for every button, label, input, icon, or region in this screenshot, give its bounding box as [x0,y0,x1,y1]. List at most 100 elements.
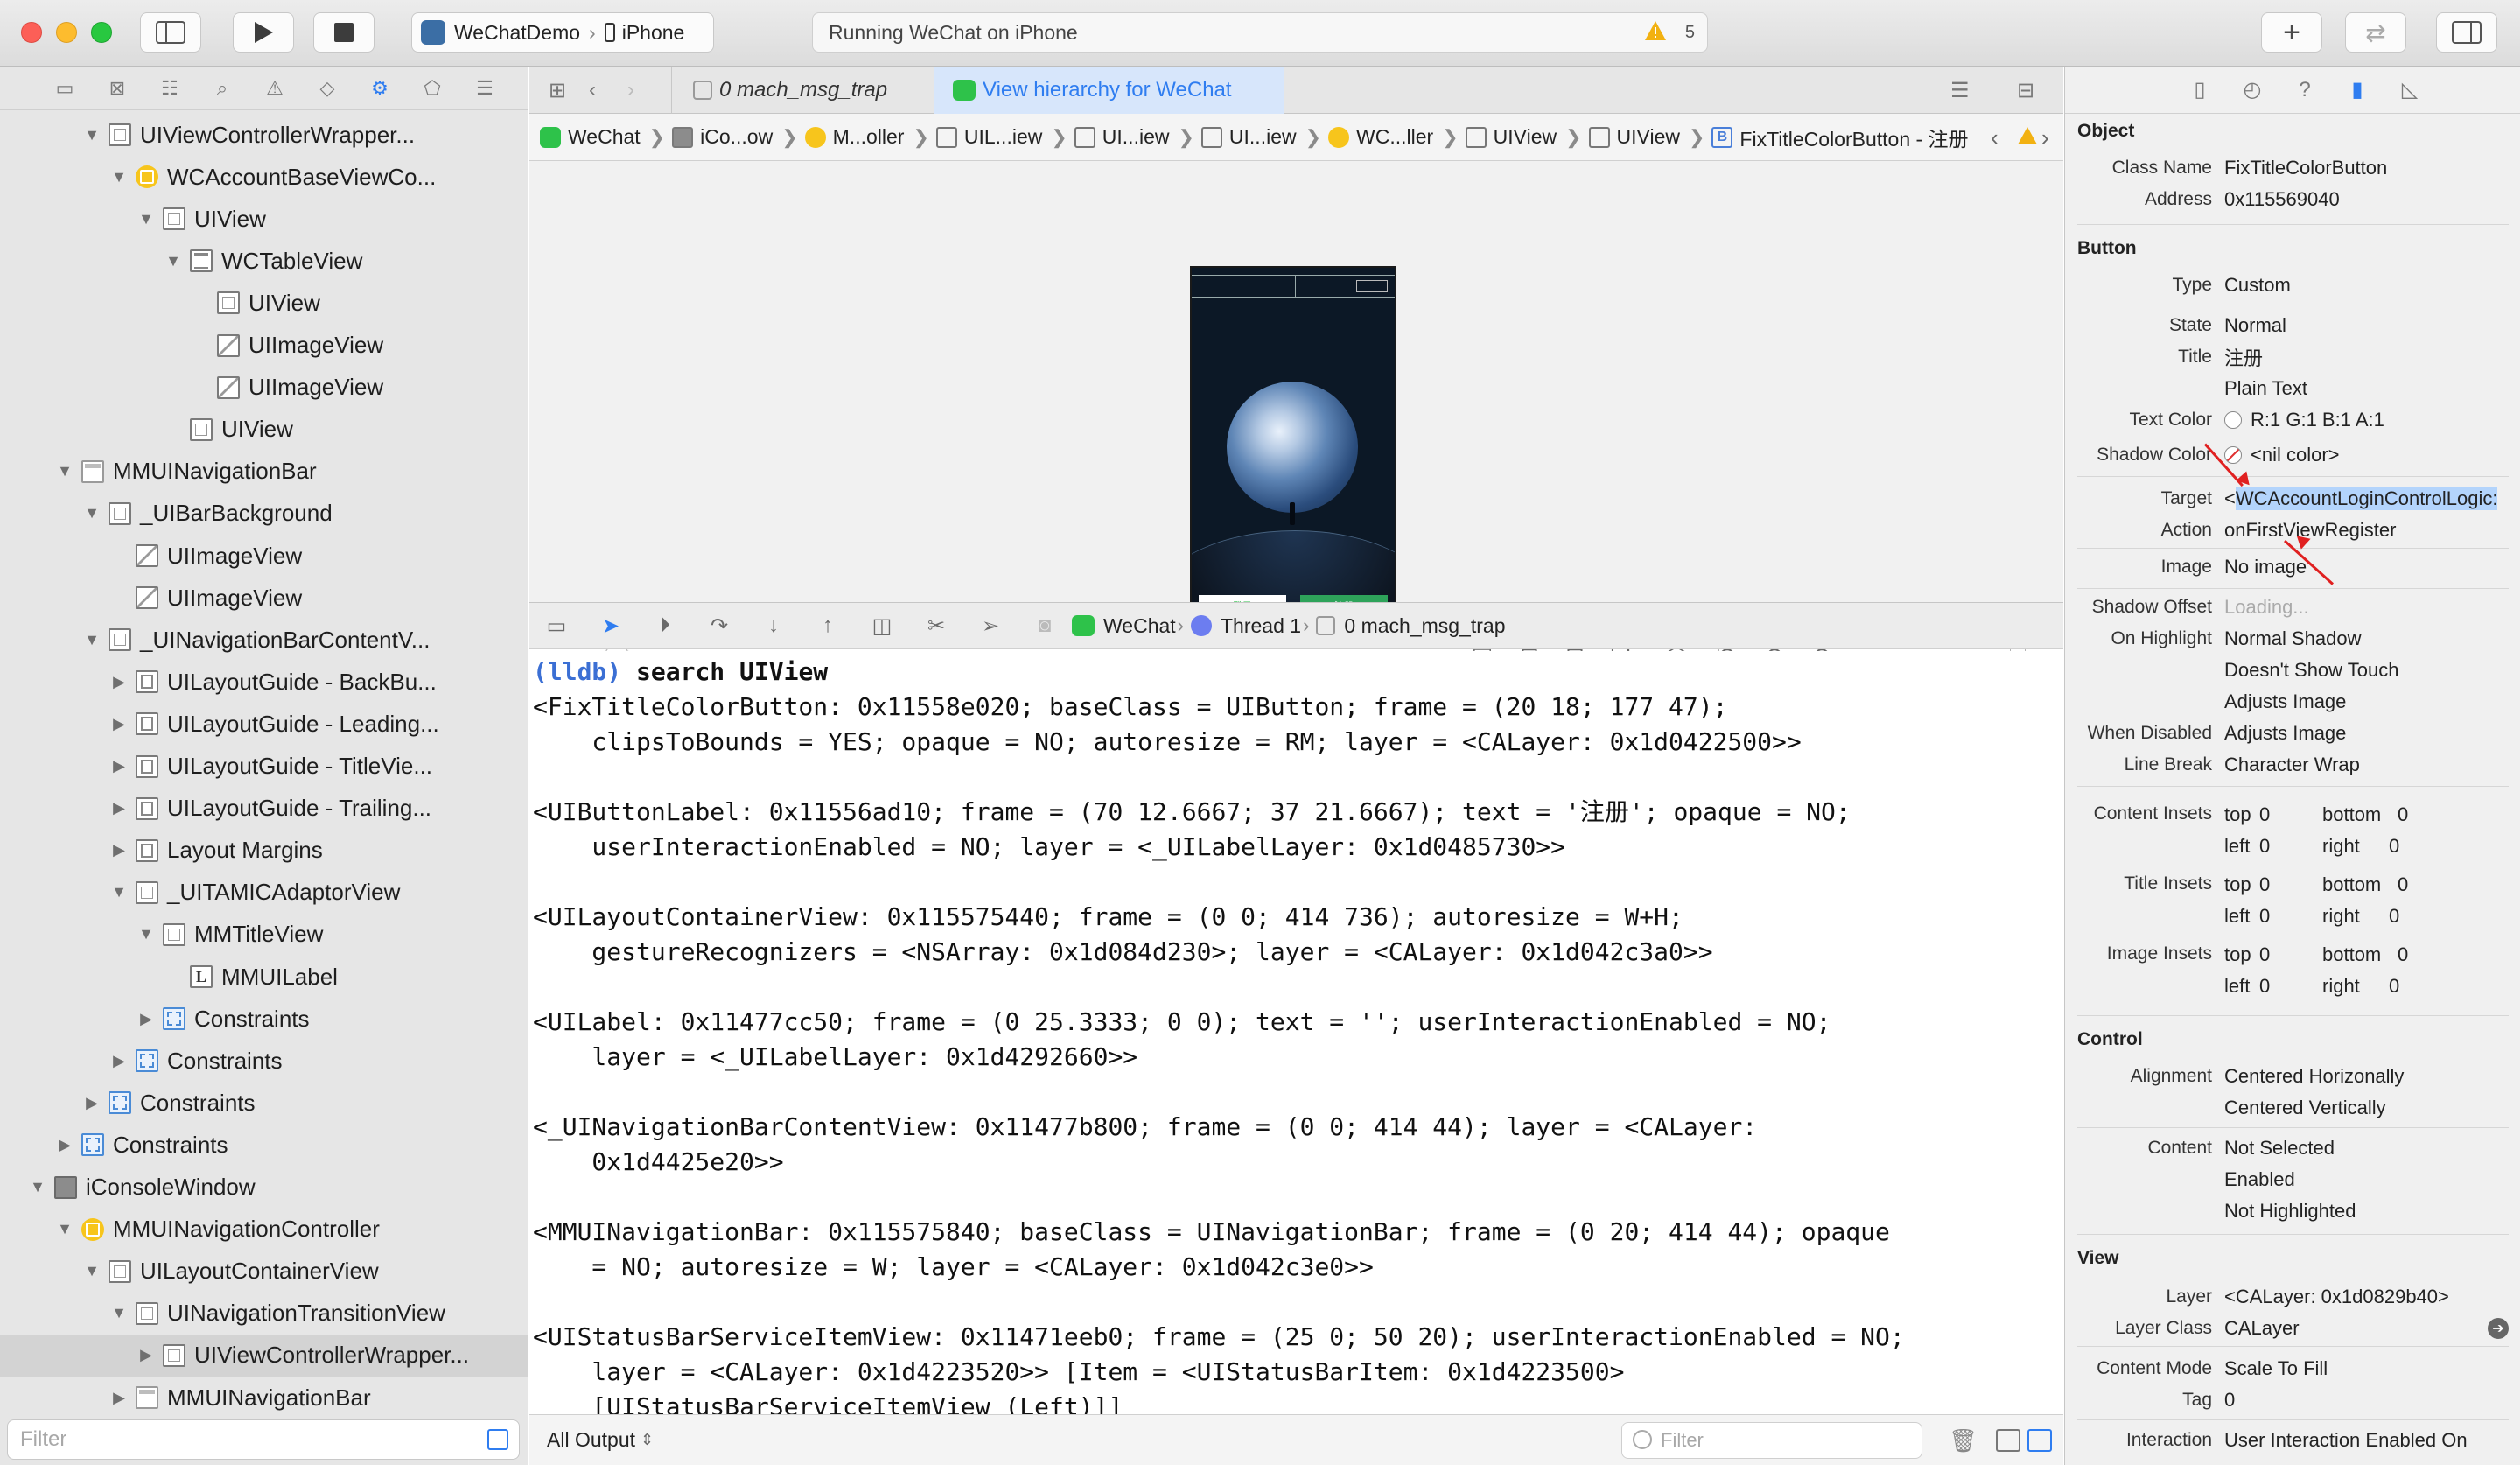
disclosure-expanded-icon[interactable]: ▼ [109,1304,129,1322]
breadcrumb-item[interactable]: UIView [1588,125,1680,149]
file-inspector-icon[interactable]: ▯ [2174,77,2226,102]
breakpoints-toggle-icon[interactable]: ➤ [598,613,624,639]
trash-icon[interactable]: 🗑 [1949,1427,1978,1454]
tree-row[interactable]: ▼ UIView [0,198,528,240]
add-library-button[interactable]: + [2261,12,2322,53]
breadcrumb-item[interactable]: B FixTitleColorButton - 注册 [1712,123,1969,152]
tree-row[interactable]: ▶ Layout Margins [0,830,528,872]
tree-row[interactable]: UIImageView [0,367,528,409]
disclosure-collapsed-icon[interactable]: ▶ [136,1346,156,1364]
lines-icon[interactable]: ☰ [1950,67,1985,114]
report-icon[interactable]: ☰ [458,77,511,100]
tree-row[interactable]: ▼ MMTitleView [0,914,528,956]
debug-view-hierarchy-icon[interactable]: ◫ [869,613,895,639]
related-items-icon[interactable]: ⊞ [549,67,584,114]
frame-label[interactable]: 0 mach_msg_trap [1344,614,1505,638]
object-inspector-icon[interactable]: ▮ [2331,77,2384,102]
tree-row[interactable]: UIImageView [0,535,528,577]
breadcrumb-item[interactable]: UI...iew [1074,125,1169,149]
tree-row[interactable]: ▶ UILayoutGuide - TitleVie... [0,746,528,788]
breadcrumb-item[interactable]: UI...iew [1200,125,1297,149]
toggle-inspector-button[interactable] [2436,12,2497,53]
console-filter-field[interactable]: Filter [1621,1422,1922,1459]
stop-button[interactable] [313,12,374,53]
issue-icon[interactable]: ⚠ [248,77,301,100]
tree-row[interactable]: ▼ WCTableView [0,240,528,282]
disclosure-expanded-icon[interactable]: ▼ [55,1220,74,1238]
disclosure-expanded-icon[interactable]: ▼ [109,168,129,186]
close-window-button[interactable] [21,22,42,43]
tree-row[interactable]: ▼ _UIBarBackground [0,493,528,535]
add-editor-icon[interactable]: ⊟ [2017,67,2052,114]
simulate-location-icon[interactable]: ➢ [977,613,1004,639]
tree-row[interactable]: ▶ Constraints [0,1040,528,1082]
disclosure-expanded-icon[interactable]: ▼ [55,462,74,480]
split-right-icon[interactable] [2027,1429,2052,1452]
minimize-window-button[interactable] [56,22,77,43]
back-arrow-icon[interactable]: ‹ [589,67,615,114]
history-icon[interactable]: ◴ [2226,77,2278,102]
tree-row[interactable]: ▶ UILayoutGuide - Trailing... [0,788,528,830]
step-out-icon[interactable]: ↑ [815,613,841,639]
filter-options-icon[interactable] [487,1429,508,1450]
lldb-console[interactable]: (lldb) search UIView <FixTitleColorButto… [529,651,2063,1465]
forward-arrow-icon[interactable]: › [627,67,654,114]
navigator-filter-field[interactable]: Filter [7,1419,520,1460]
disclosure-expanded-icon[interactable]: ▼ [136,925,156,943]
disclosure-expanded-icon[interactable]: ▼ [28,1178,47,1196]
test-icon[interactable]: ◇ [301,77,354,100]
breadcrumb-item[interactable]: WeChat [540,125,640,149]
hide-debug-area-icon[interactable]: ▭ [543,613,570,639]
search-icon[interactable]: ⌕ [196,77,248,100]
disclosure-collapsed-icon[interactable]: ▶ [109,1389,129,1407]
folder-icon[interactable]: ▭ [38,77,91,100]
zoom-window-button[interactable] [91,22,112,43]
continue-icon[interactable]: ⏵ [652,613,678,639]
tree-row[interactable]: ▼ MMUINavigationController [0,1209,528,1251]
disclosure-expanded-icon[interactable]: ▼ [109,883,129,901]
tree-row[interactable]: ▶ UILayoutGuide - BackBu... [0,661,528,703]
tree-row[interactable]: ▼ UIViewControllerWrapper... [0,114,528,156]
tree-row[interactable]: ▶ Constraints [0,998,528,1040]
tree-row[interactable]: ▼ WCAccountBaseViewCo... [0,156,528,198]
phone-screen-render[interactable]: 登录 注册 [1190,266,1396,621]
tree-row[interactable]: ▶ Constraints [0,1124,528,1166]
tree-row[interactable]: ▼ iConsoleWindow [0,1167,528,1209]
jump-warning-icon[interactable] [2017,126,2038,150]
view-debugger-canvas[interactable]: 登录 注册 ▤ ⊡ ⊞ ❐ ⬡ ⊖ ⊜ ⊕ [529,161,2063,670]
memory-graph-icon[interactable]: ✂ [923,613,949,639]
breakpoint-icon[interactable]: ⬠ [406,77,458,100]
breadcrumb-item[interactable]: UIL...iew [935,125,1042,149]
breadcrumb-item[interactable]: UIView [1465,125,1557,149]
target-value[interactable]: WCAccountLoginControlLogic: [2235,487,2498,510]
tab-mach-msg-trap[interactable]: 0 mach_msg_trap [671,67,934,114]
tree-row[interactable]: L MMUILabel [0,956,528,998]
output-selector[interactable]: All Output [547,1428,635,1452]
tab-view-hierarchy[interactable]: View hierarchy for WeChat [934,67,1284,114]
tree-row[interactable]: ▶ UILayoutGuide - Leading... [0,703,528,745]
tree-row[interactable]: ▼ UINavigationTransitionView [0,1293,528,1335]
disclosure-collapsed-icon[interactable]: ▶ [55,1136,74,1154]
go-arrow-icon[interactable]: ➔ [2488,1318,2509,1339]
step-into-icon[interactable]: ↓ [760,613,787,639]
jump-forward-icon[interactable]: › [2041,124,2049,151]
jump-back-icon[interactable]: ‹ [1991,124,1998,151]
debug-icon[interactable]: ⚙ [354,77,406,100]
scheme-selector[interactable]: WeChatDemo › iPhone [411,12,714,53]
source-control-icon[interactable]: ⊠ [91,77,144,100]
step-over-icon[interactable]: ↷ [706,613,732,639]
breadcrumb-item[interactable]: M...oller [804,125,904,149]
disclosure-collapsed-icon[interactable]: ▶ [109,757,129,775]
tree-row[interactable]: UIImageView [0,577,528,619]
disclosure-collapsed-icon[interactable]: ▶ [82,1094,102,1112]
tree-row[interactable]: UIImageView [0,325,528,367]
tree-row[interactable]: ▼ _UINavigationBarContentV... [0,619,528,661]
run-button[interactable] [233,12,294,53]
tree-row[interactable]: ▼ _UITAMICAdaptorView [0,872,528,914]
tree-row[interactable]: ▼ MMUINavigationBar [0,451,528,493]
breadcrumb-item[interactable]: WC...ller [1328,125,1433,149]
tree-row[interactable]: ▶ UIViewControllerWrapper... [0,1334,528,1377]
tree-row[interactable]: ▶ MMUINavigationBar [0,1377,528,1419]
camera-icon[interactable]: ◙ [1032,613,1058,639]
disclosure-expanded-icon[interactable]: ▼ [164,252,183,270]
